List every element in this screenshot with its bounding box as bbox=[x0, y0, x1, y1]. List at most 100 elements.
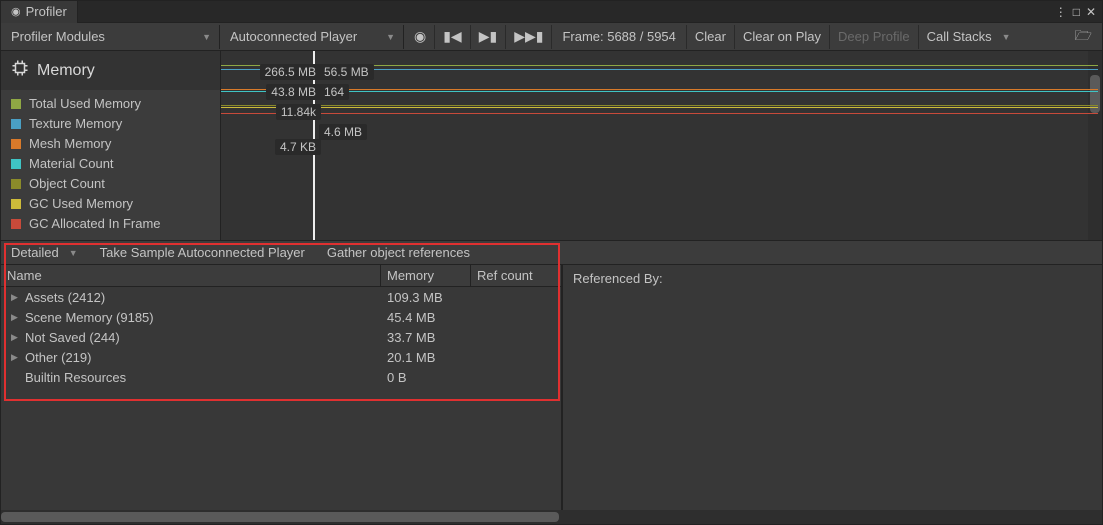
detail-view-dropdown[interactable]: Detailed ▼ bbox=[5, 243, 84, 263]
profiler-tab[interactable]: ◉ Profiler bbox=[1, 1, 78, 23]
row-memory: 0 B bbox=[381, 370, 471, 385]
chevron-down-icon: ▼ bbox=[386, 32, 395, 42]
chart-scrollbar[interactable] bbox=[1088, 51, 1102, 240]
row-memory: 45.4 MB bbox=[381, 310, 471, 325]
expander-icon[interactable]: ▶ bbox=[11, 312, 21, 323]
legend-item[interactable]: GC Allocated In Frame bbox=[11, 216, 210, 231]
gather-refs-button[interactable]: Gather object references bbox=[321, 243, 476, 263]
tree-pane: Name Memory Ref count ▶ Assets (2412) 109.… bbox=[1, 265, 563, 524]
profiler-modules-dropdown[interactable]: Profiler Modules ▼ bbox=[3, 25, 220, 49]
call-stacks-dropdown[interactable]: Call Stacks ▼ bbox=[919, 25, 1015, 49]
row-name: Not Saved (244) bbox=[25, 330, 120, 345]
table-row[interactable]: ▶ Other (219) 20.1 MB bbox=[1, 347, 561, 367]
window-maximize-icon[interactable]: □ bbox=[1073, 5, 1080, 19]
legend-item[interactable]: Mesh Memory bbox=[11, 136, 210, 151]
legend-label: Texture Memory bbox=[29, 116, 122, 131]
chart-label-left: 11.84k bbox=[276, 104, 321, 120]
legend-item[interactable]: GC Used Memory bbox=[11, 196, 210, 211]
take-sample-button[interactable]: Take Sample Autoconnected Player bbox=[94, 243, 311, 263]
next-frame-button[interactable]: ▶▮ bbox=[471, 25, 506, 49]
legend-item[interactable]: Texture Memory bbox=[11, 116, 210, 131]
legend-swatch bbox=[11, 99, 21, 109]
chart-line bbox=[221, 91, 1098, 92]
table-row[interactable]: ▶ Not Saved (244) 33.7 MB bbox=[1, 327, 561, 347]
table-row[interactable]: Builtin Resources 0 B bbox=[1, 367, 561, 387]
chevron-down-icon: ▼ bbox=[69, 248, 78, 258]
player-label: Autoconnected Player bbox=[230, 29, 357, 44]
prev-frame-button[interactable]: ▮◀ bbox=[435, 25, 470, 49]
detail-toolbar: Detailed ▼ Take Sample Autoconnected Pla… bbox=[1, 241, 1102, 265]
chart-label-right: 164 bbox=[319, 84, 349, 100]
titlebar: ◉ Profiler ⋮ □ ✕ bbox=[1, 1, 1102, 23]
legend-label: Mesh Memory bbox=[29, 136, 111, 151]
detail-view-label: Detailed bbox=[11, 245, 59, 260]
window-close-icon[interactable]: ✕ bbox=[1086, 5, 1096, 19]
expander-icon[interactable]: ▶ bbox=[11, 352, 21, 363]
profiler-modules-label: Profiler Modules bbox=[11, 29, 105, 44]
legend-label: Total Used Memory bbox=[29, 96, 141, 111]
window-menu-icon[interactable]: ⋮ bbox=[1055, 5, 1067, 19]
chart-line bbox=[221, 113, 1098, 114]
row-name: Builtin Resources bbox=[25, 370, 126, 385]
table-row[interactable]: ▶ Scene Memory (9185) 45.4 MB bbox=[1, 307, 561, 327]
expander-icon[interactable]: ▶ bbox=[11, 332, 21, 343]
referenced-by-pane: Referenced By: bbox=[563, 265, 1102, 524]
chevron-down-icon: ▼ bbox=[1002, 32, 1011, 42]
row-name: Scene Memory (9185) bbox=[25, 310, 154, 325]
chart-label-left: 43.8 MB bbox=[266, 84, 321, 100]
legend-item[interactable]: Material Count bbox=[11, 156, 210, 171]
chart-label-left: 266.5 MB bbox=[260, 64, 321, 80]
col-name[interactable]: Name bbox=[1, 265, 381, 286]
row-name: Assets (2412) bbox=[25, 290, 105, 305]
chart-line bbox=[221, 105, 1098, 106]
legend-label: Object Count bbox=[29, 176, 105, 191]
expander-icon[interactable]: ▶ bbox=[11, 292, 21, 303]
legend: Total Used Memory Texture Memory Mesh Memo… bbox=[1, 90, 220, 237]
col-refcount[interactable]: Ref count bbox=[471, 265, 561, 286]
row-memory: 109.3 MB bbox=[381, 290, 471, 305]
referenced-by-label: Referenced By: bbox=[573, 271, 663, 286]
call-stacks-label: Call Stacks bbox=[927, 29, 992, 44]
save-icon[interactable]: 🗁 bbox=[1067, 25, 1100, 49]
chart-line bbox=[221, 107, 1098, 108]
clear-on-play-button[interactable]: Clear on Play bbox=[735, 25, 830, 49]
clear-button[interactable]: Clear bbox=[687, 25, 735, 49]
chart-label-right: 4.6 MB bbox=[319, 124, 367, 140]
deep-profile-button[interactable]: Deep Profile bbox=[830, 25, 919, 49]
player-dropdown[interactable]: Autoconnected Player ▼ bbox=[222, 25, 404, 49]
module-sidebar: Memory Total Used Memory Texture Memory Me… bbox=[1, 51, 221, 240]
last-frame-button[interactable]: ▶▶▮ bbox=[506, 25, 552, 49]
legend-swatch bbox=[11, 159, 21, 169]
legend-swatch bbox=[11, 179, 21, 189]
memory-module-label: Memory bbox=[37, 62, 95, 80]
row-memory: 20.1 MB bbox=[381, 350, 471, 365]
row-name: Other (219) bbox=[25, 350, 91, 365]
profiler-tab-label: Profiler bbox=[26, 4, 67, 19]
toolbar: Profiler Modules ▼ Autoconnected Player … bbox=[1, 23, 1102, 51]
bottom-scrollbar[interactable] bbox=[1, 510, 1102, 524]
memory-chart[interactable]: 266.5 MB43.8 MB11.84k4.7 KB56.5 MB1644.6… bbox=[221, 51, 1102, 240]
legend-swatch bbox=[11, 119, 21, 129]
legend-label: GC Used Memory bbox=[29, 196, 133, 211]
profiler-icon: ◉ bbox=[11, 5, 21, 18]
col-memory[interactable]: Memory bbox=[381, 265, 471, 286]
legend-label: Material Count bbox=[29, 156, 114, 171]
legend-label: GC Allocated In Frame bbox=[29, 216, 161, 231]
chip-icon bbox=[11, 59, 29, 82]
table-row[interactable]: ▶ Assets (2412) 109.3 MB bbox=[1, 287, 561, 307]
legend-item[interactable]: Total Used Memory bbox=[11, 96, 210, 111]
frame-indicator: Frame: 5688 / 5954 bbox=[552, 25, 686, 49]
legend-item[interactable]: Object Count bbox=[11, 176, 210, 191]
details-panel: Detailed ▼ Take Sample Autoconnected Pla… bbox=[1, 241, 1102, 524]
memory-module-header[interactable]: Memory bbox=[1, 51, 220, 90]
legend-swatch bbox=[11, 139, 21, 149]
row-memory: 33.7 MB bbox=[381, 330, 471, 345]
column-headers: Name Memory Ref count bbox=[1, 265, 561, 287]
record-button[interactable]: ◉ bbox=[406, 25, 435, 49]
tree-rows: ▶ Assets (2412) 109.3 MB ▶ Scene Memory (918… bbox=[1, 287, 561, 524]
chevron-down-icon: ▼ bbox=[202, 32, 211, 42]
scroll-thumb[interactable] bbox=[1, 512, 559, 522]
chart-label-left: 4.7 KB bbox=[275, 139, 321, 155]
chart-line bbox=[221, 89, 1098, 90]
legend-swatch bbox=[11, 219, 21, 229]
